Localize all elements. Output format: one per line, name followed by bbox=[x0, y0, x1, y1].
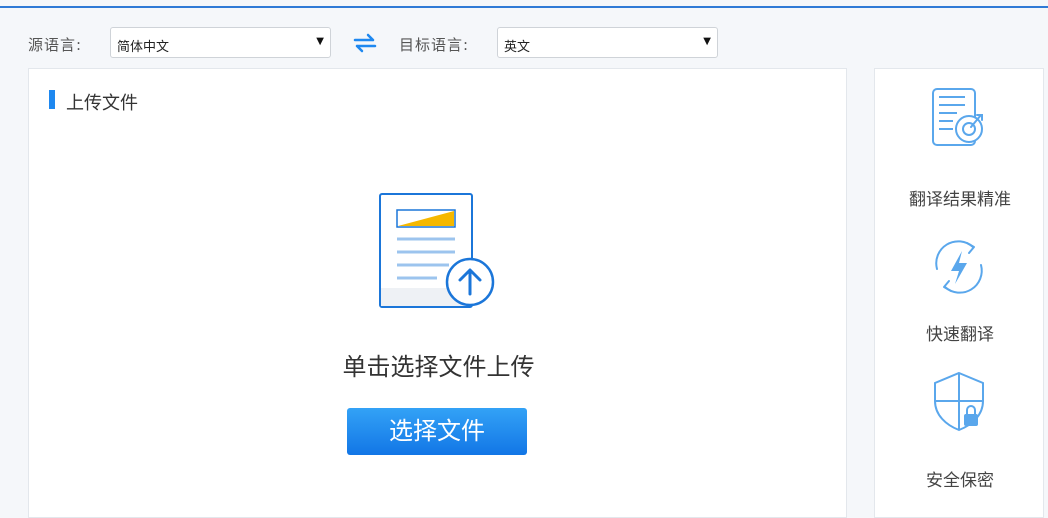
upload-panel: 上传文件 单击选择文件上传 选择文件 bbox=[28, 68, 847, 518]
target-language-label: 目标语言: bbox=[399, 36, 470, 54]
language-bar: 源语言: 简体中文 ▼ 目标语言: 英文 ▼ bbox=[0, 27, 1048, 59]
chevron-down-icon: ▼ bbox=[703, 36, 711, 47]
upload-document-icon bbox=[379, 193, 495, 308]
feature-panel: 翻译结果精准 快速翻译 安全保密 bbox=[874, 68, 1044, 518]
feature-label-speed: 快速翻译 bbox=[926, 325, 994, 345]
lightning-icon bbox=[935, 240, 983, 294]
panel-title-text: 上传文件 bbox=[66, 93, 138, 114]
source-language-label: 源语言: bbox=[28, 36, 83, 54]
feature-label-accuracy: 翻译结果精准 bbox=[909, 190, 1011, 210]
source-language-value: 简体中文 bbox=[117, 40, 170, 55]
target-language-value: 英文 bbox=[504, 40, 531, 55]
header-divider bbox=[0, 6, 1048, 8]
chevron-down-icon: ▼ bbox=[316, 36, 324, 47]
choose-file-button[interactable]: 选择文件 bbox=[347, 408, 527, 455]
source-language-select[interactable]: 简体中文 ▼ bbox=[110, 27, 331, 58]
upload-hint: 单击选择文件上传 bbox=[342, 353, 535, 381]
title-accent-bar bbox=[49, 90, 55, 109]
swap-arrows-icon[interactable] bbox=[353, 33, 377, 53]
document-accuracy-icon bbox=[932, 88, 983, 146]
target-language-select[interactable]: 英文 ▼ bbox=[497, 27, 718, 58]
shield-lock-icon bbox=[934, 371, 984, 432]
feature-label-security: 安全保密 bbox=[926, 471, 994, 491]
